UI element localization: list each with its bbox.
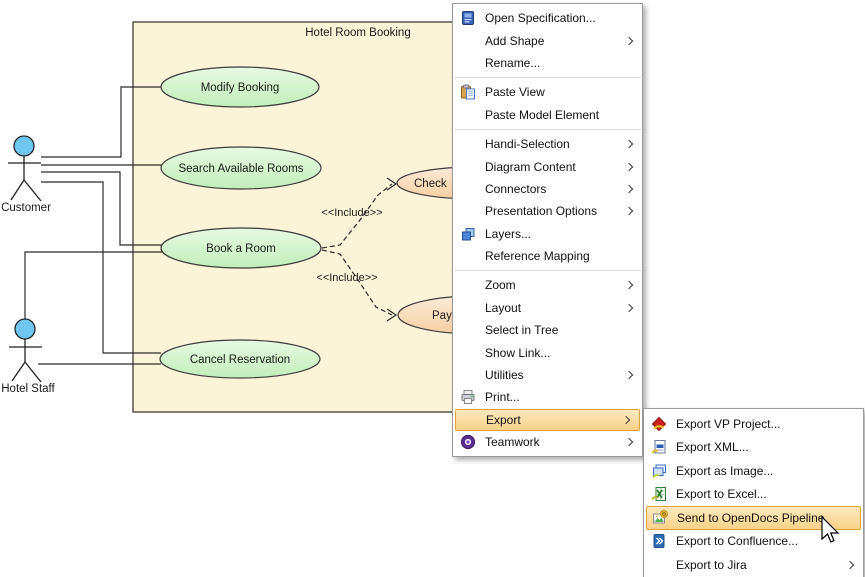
menu-item-handi-selection[interactable]: Handi-Selection <box>453 133 642 155</box>
menu-item-export-to-jira[interactable]: Export to Jira <box>644 553 863 577</box>
menu-item-connectors[interactable]: Connectors <box>453 178 642 200</box>
menu-separator <box>454 129 641 130</box>
menu-item-teamwork[interactable]: Teamwork <box>453 431 642 453</box>
include-label-2: <<Include>> <box>316 272 377 284</box>
no-icon <box>460 277 476 293</box>
menu-item-show-link[interactable]: Show Link... <box>453 341 642 363</box>
menu-item-export[interactable]: Export <box>455 409 640 431</box>
menu-item-label: Presentation Options <box>485 204 635 218</box>
print-icon <box>460 389 476 405</box>
menu-item-add-shape[interactable]: Add Shape <box>453 29 642 51</box>
menu-item-label: Export to Excel... <box>676 487 856 501</box>
menu-item-label: Export VP Project... <box>676 417 856 431</box>
menu-item-export-as-image[interactable]: Export as Image... <box>644 459 863 483</box>
use-case-label: Pay <box>432 310 452 322</box>
menu-item-label: Layout <box>485 301 635 315</box>
vp-project-icon <box>651 416 667 432</box>
actor-hotel-staff[interactable] <box>9 319 42 382</box>
menu-item-label: Diagram Content <box>485 160 635 174</box>
use-case-label: Cancel Reservation <box>190 354 290 366</box>
no-icon <box>460 159 476 175</box>
menu-item-presentation-options[interactable]: Presentation Options <box>453 200 642 222</box>
menu-item-label: Utilities <box>485 368 635 382</box>
menu-item-rename[interactable]: Rename... <box>453 52 642 74</box>
actor-customer-label: Customer <box>1 202 51 214</box>
excel-icon <box>651 486 667 502</box>
no-icon <box>460 345 476 361</box>
actor-customer[interactable] <box>8 136 41 201</box>
menu-item-label: Paste Model Element <box>485 108 635 122</box>
menu-item-label: Connectors <box>485 182 635 196</box>
menu-item-label: Handi-Selection <box>485 137 635 151</box>
context-menu: Open Specification... Add Shape Rename... P… <box>452 3 643 457</box>
menu-item-open-specification[interactable]: Open Specification... <box>453 7 642 29</box>
use-case-label: Check <box>414 178 447 190</box>
menu-item-export-to-confluence[interactable]: Export to Confluence... <box>644 530 863 554</box>
use-case-label: Book a Room <box>206 243 276 255</box>
menu-item-label: Select in Tree <box>485 323 635 337</box>
actor-head <box>15 319 35 339</box>
menu-item-export-to-excel[interactable]: Export to Excel... <box>644 483 863 507</box>
menu-item-label: Export to Confluence... <box>676 534 856 548</box>
actor-head <box>14 136 34 156</box>
export-submenu: Export VP Project... Export XML... Export … <box>643 408 864 577</box>
menu-item-label: Open Specification... <box>485 11 635 25</box>
menu-item-paste-model-element[interactable]: Paste Model Element <box>453 104 642 126</box>
menu-item-export-vp-project[interactable]: Export VP Project... <box>644 412 863 436</box>
menu-item-export-xml[interactable]: Export XML... <box>644 436 863 460</box>
no-icon <box>651 557 667 573</box>
no-icon <box>460 181 476 197</box>
use-case-label: Search Available Rooms <box>178 163 303 175</box>
image-icon <box>651 463 667 479</box>
no-icon <box>460 300 476 316</box>
include-label-1: <<Include>> <box>321 207 382 219</box>
menu-item-label: Send to OpenDocs Pipeline <box>677 511 855 525</box>
menu-item-label: Layers... <box>485 227 635 241</box>
menu-item-label: Paste View <box>485 85 635 99</box>
menu-item-layout[interactable]: Layout <box>453 297 642 319</box>
no-icon <box>460 248 476 264</box>
menu-item-utilities[interactable]: Utilities <box>453 364 642 386</box>
menu-item-send-to-opendocs-pipeline[interactable]: Send to OpenDocs Pipeline <box>646 506 861 530</box>
use-case-label: Modify Booking <box>201 82 280 94</box>
xml-icon <box>651 439 667 455</box>
menu-item-label: Export <box>486 413 634 427</box>
menu-separator <box>454 270 641 271</box>
menu-separator <box>454 77 641 78</box>
menu-item-diagram-content[interactable]: Diagram Content <box>453 155 642 177</box>
no-icon <box>460 322 476 338</box>
menu-item-print[interactable]: Print... <box>453 386 642 408</box>
menu-item-select-in-tree[interactable]: Select in Tree <box>453 319 642 341</box>
menu-item-paste-view[interactable]: Paste View <box>453 81 642 103</box>
actor-hotel-staff-label: Hotel Staff <box>1 383 55 395</box>
no-icon <box>461 412 477 428</box>
teamwork-icon <box>460 434 476 450</box>
specification-icon <box>460 10 476 26</box>
layers-icon <box>460 226 476 242</box>
menu-item-label: Rename... <box>485 56 635 70</box>
menu-item-label: Export XML... <box>676 440 856 454</box>
menu-item-label: Teamwork <box>485 435 635 449</box>
no-icon <box>460 203 476 219</box>
menu-item-label: Print... <box>485 390 635 404</box>
menu-item-label: Add Shape <box>485 34 635 48</box>
no-icon <box>460 107 476 123</box>
no-icon <box>460 55 476 71</box>
application-window: { "diagram": { "system": { "title": "Hot… <box>0 0 865 577</box>
menu-item-reference-mapping[interactable]: Reference Mapping <box>453 245 642 267</box>
opendocs-icon <box>652 510 668 526</box>
menu-item-label: Zoom <box>485 278 635 292</box>
confluence-icon <box>651 533 667 549</box>
paste-icon <box>460 84 476 100</box>
no-icon <box>460 136 476 152</box>
menu-item-label: Export to Jira <box>676 558 856 572</box>
menu-item-label: Reference Mapping <box>485 249 635 263</box>
menu-item-label: Show Link... <box>485 346 635 360</box>
menu-item-zoom[interactable]: Zoom <box>453 274 642 296</box>
no-icon <box>460 33 476 49</box>
no-icon <box>460 367 476 383</box>
menu-item-label: Export as Image... <box>676 464 856 478</box>
system-boundary-title: Hotel Room Booking <box>305 27 410 39</box>
menu-item-layers[interactable]: Layers... <box>453 223 642 245</box>
